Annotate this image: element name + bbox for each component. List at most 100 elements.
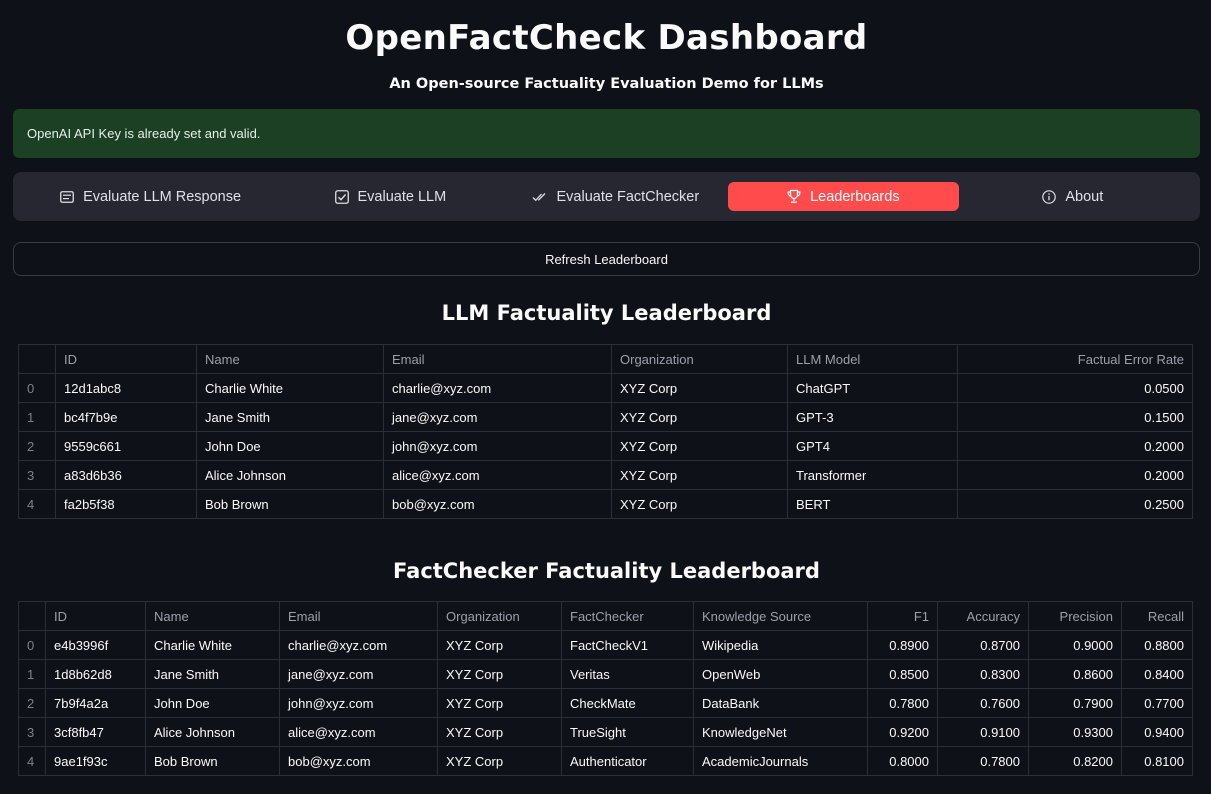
table-cell[interactable]: 0.7800 [937,746,1029,776]
table-cell[interactable]: Charlie White [145,630,280,660]
table-cell[interactable]: 0.7700 [1121,688,1193,718]
table-cell[interactable]: OpenWeb [693,659,868,689]
table-cell[interactable]: john@xyz.com [279,688,438,718]
table-cell[interactable]: Alice Johnson [196,460,384,490]
table-cell[interactable]: BERT [787,489,958,519]
column-header[interactable]: LLM Model [787,344,958,374]
column-header[interactable]: FactChecker [561,601,694,631]
table-cell[interactable]: 0.2000 [957,431,1193,461]
column-header[interactable]: Email [279,601,438,631]
table-cell[interactable]: AcademicJournals [693,746,868,776]
table-cell[interactable]: 0.0500 [957,373,1193,403]
table-cell[interactable]: bob@xyz.com [383,489,612,519]
table-cell[interactable]: 0.7900 [1028,688,1122,718]
llm-leaderboard-table[interactable]: ID Name Email Organization LLM Model Fac… [18,344,1193,519]
table-cell[interactable]: fa2b5f38 [55,489,197,519]
column-header[interactable]: Email [383,344,612,374]
table-cell[interactable]: XYZ Corp [437,659,562,689]
factchecker-leaderboard-table[interactable]: ID Name Email Organization FactChecker K… [18,601,1193,776]
table-cell[interactable]: XYZ Corp [611,431,788,461]
table-cell[interactable]: XYZ Corp [611,489,788,519]
table-cell[interactable]: jane@xyz.com [279,659,438,689]
table-cell[interactable]: 0.8700 [937,630,1029,660]
table-cell[interactable]: XYZ Corp [437,630,562,660]
table-cell[interactable]: 9ae1f93c [45,746,146,776]
column-header[interactable]: ID [55,344,197,374]
table-cell[interactable]: 0.7600 [937,688,1029,718]
column-header[interactable]: Organization [437,601,562,631]
table-cell[interactable]: jane@xyz.com [383,402,612,432]
column-header[interactable]: Name [196,344,384,374]
table-cell[interactable]: 9559c661 [55,431,197,461]
table-cell[interactable]: XYZ Corp [611,402,788,432]
nav-item-about[interactable]: About [959,182,1187,211]
refresh-leaderboard-button[interactable]: Refresh Leaderboard [13,242,1200,276]
table-cell[interactable]: FactCheckV1 [561,630,694,660]
column-header[interactable]: Accuracy [937,601,1029,631]
table-cell[interactable]: Transformer [787,460,958,490]
table-cell[interactable]: a83d6b36 [55,460,197,490]
table-cell[interactable]: 0.8600 [1028,659,1122,689]
column-header[interactable]: Factual Error Rate [957,344,1193,374]
table-cell[interactable]: GPT4 [787,431,958,461]
table-cell[interactable]: 3cf8fb47 [45,717,146,747]
table-cell[interactable]: KnowledgeNet [693,717,868,747]
table-cell[interactable]: 0.1500 [957,402,1193,432]
table-cell[interactable]: alice@xyz.com [383,460,612,490]
table-cell[interactable]: Wikipedia [693,630,868,660]
table-cell[interactable]: Authenticator [561,746,694,776]
column-header[interactable] [18,601,46,631]
table-cell[interactable]: bc4f7b9e [55,402,197,432]
table-cell[interactable]: 0.9200 [867,717,938,747]
table-cell[interactable]: 0.9100 [937,717,1029,747]
table-cell[interactable]: XYZ Corp [437,746,562,776]
column-header[interactable] [18,344,56,374]
table-cell[interactable]: 0.9300 [1028,717,1122,747]
table-cell[interactable]: 0.2000 [957,460,1193,490]
table-cell[interactable]: Veritas [561,659,694,689]
nav-item-evaluate-llm-response[interactable]: Evaluate LLM Response [26,182,275,211]
column-header[interactable]: Knowledge Source [693,601,868,631]
table-cell[interactable]: DataBank [693,688,868,718]
column-header[interactable]: ID [45,601,146,631]
table-cell[interactable]: 0.8400 [1121,659,1193,689]
table-cell[interactable]: bob@xyz.com [279,746,438,776]
table-cell[interactable]: TrueSight [561,717,694,747]
table-cell[interactable]: GPT-3 [787,402,958,432]
table-cell[interactable]: 0.8800 [1121,630,1193,660]
table-cell[interactable]: XYZ Corp [611,373,788,403]
table-cell[interactable]: XYZ Corp [437,717,562,747]
column-header[interactable]: Precision [1028,601,1122,631]
table-cell[interactable]: XYZ Corp [437,688,562,718]
table-cell[interactable]: alice@xyz.com [279,717,438,747]
table-cell[interactable]: 0.9400 [1121,717,1193,747]
table-cell[interactable]: XYZ Corp [611,460,788,490]
column-header[interactable]: Recall [1121,601,1193,631]
table-cell[interactable]: 0.2500 [957,489,1193,519]
table-cell[interactable]: Jane Smith [145,659,280,689]
column-header[interactable]: F1 [867,601,938,631]
column-header[interactable]: Organization [611,344,788,374]
table-cell[interactable]: 7b9f4a2a [45,688,146,718]
table-cell[interactable]: charlie@xyz.com [383,373,612,403]
table-cell[interactable]: 1d8b62d8 [45,659,146,689]
table-cell[interactable]: 0.8000 [867,746,938,776]
table-cell[interactable]: 0.7800 [867,688,938,718]
table-cell[interactable]: 0.8500 [867,659,938,689]
table-cell[interactable]: 0.8300 [937,659,1029,689]
table-cell[interactable]: charlie@xyz.com [279,630,438,660]
table-cell[interactable]: ChatGPT [787,373,958,403]
nav-item-evaluate-factchecker[interactable]: Evaluate FactChecker [506,182,726,211]
table-cell[interactable]: Bob Brown [145,746,280,776]
nav-item-leaderboards[interactable]: Leaderboards [728,182,959,211]
nav-item-evaluate-llm[interactable]: Evaluate LLM [275,182,505,211]
table-cell[interactable]: Charlie White [196,373,384,403]
table-cell[interactable]: 0.8100 [1121,746,1193,776]
table-cell[interactable]: 0.8200 [1028,746,1122,776]
table-cell[interactable]: Alice Johnson [145,717,280,747]
table-cell[interactable]: CheckMate [561,688,694,718]
column-header[interactable]: Name [145,601,280,631]
table-cell[interactable]: 12d1abc8 [55,373,197,403]
table-cell[interactable]: Bob Brown [196,489,384,519]
table-cell[interactable]: e4b3996f [45,630,146,660]
